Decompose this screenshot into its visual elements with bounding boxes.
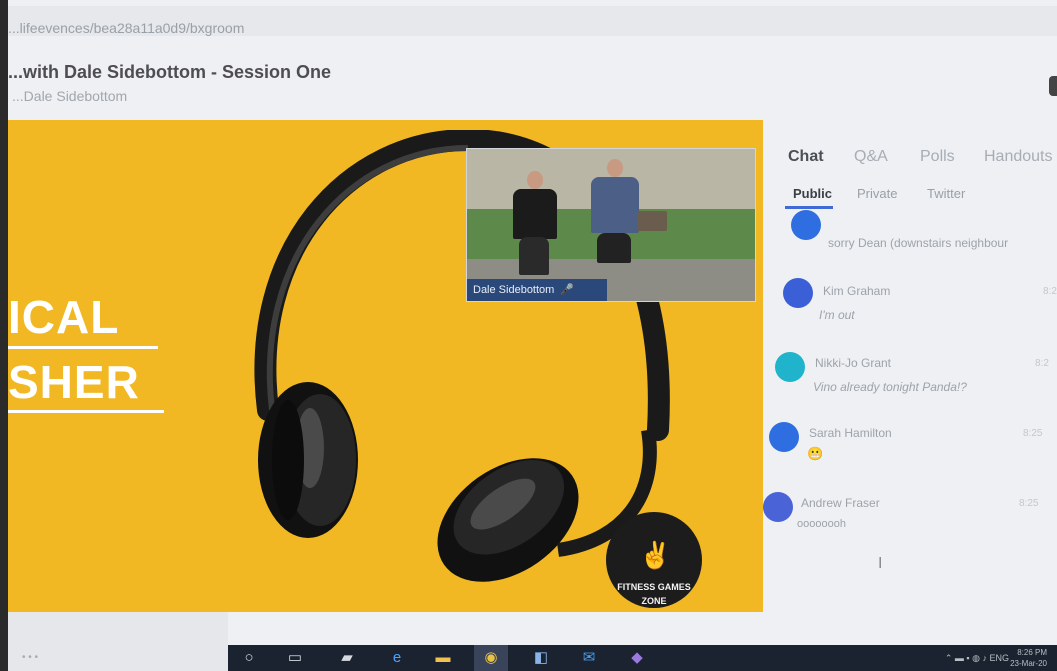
subtab-twitter[interactable]: Twitter — [927, 186, 965, 201]
message-text: sorry Dean (downstairs neighbour — [828, 236, 1009, 250]
message-sender: Andrew Fraser — [801, 496, 880, 510]
profile-avatar[interactable] — [1049, 76, 1057, 96]
store-icon[interactable]: ◧ — [524, 645, 558, 671]
slide-underline-2 — [8, 410, 164, 413]
language-indicator: ENG — [989, 653, 1009, 663]
teams-icon[interactable]: ◆ — [620, 645, 654, 671]
message-text: oooooooh — [797, 518, 846, 530]
message-emoji: 😬 — [807, 446, 824, 461]
person-2 — [591, 177, 639, 233]
mic-icon: 🎤 — [560, 284, 575, 296]
video-label-text: Dale Sidebottom — [473, 284, 555, 296]
taskbar: ○ ▭ ▰ e ▬ ◉ ◧ ✉ ◆ ⌃ ▬ ▪ ◍ ♪ ENG 8:26 PM … — [228, 645, 1057, 671]
url-text: ...lifeevences/bea28a11a0d9/bxgroom — [8, 20, 245, 36]
clock-time: 8:26 PM — [1017, 648, 1047, 657]
message-sender: Kim Graham — [823, 284, 891, 298]
task-view-icon[interactable]: ▭ — [278, 645, 312, 671]
tray-icons: ⌃ ▬ ▪ ◍ ♪ — [944, 653, 990, 663]
person-1 — [513, 189, 557, 239]
message-time: 8:2 — [1035, 358, 1049, 369]
message-time: 8:25 — [1019, 498, 1039, 509]
tab-qa[interactable]: Q&A — [854, 148, 888, 166]
tab-chat[interactable]: Chat — [788, 148, 824, 166]
side-panel: Chat Q&A Polls Handouts Public Private T… — [763, 120, 1057, 612]
session-host: ...Dale Sidebottom — [12, 88, 128, 104]
user-avatar — [775, 352, 805, 382]
active-subtab-indicator — [785, 206, 833, 209]
slide-text-line1: ICAL — [8, 291, 120, 343]
page-bottom-strip: • • • — [8, 612, 228, 671]
clock[interactable]: 8:26 PM 23-Mar-20 — [1010, 647, 1047, 669]
message-time: 8:2 — [1043, 286, 1057, 297]
person-2-head — [607, 159, 623, 177]
explorer-icon[interactable]: ▬ — [426, 645, 460, 671]
tab-polls[interactable]: Polls — [920, 148, 955, 166]
more-icon[interactable]: • • • — [22, 652, 38, 663]
user-avatar — [791, 210, 821, 240]
person-2-legs — [597, 233, 631, 263]
presenter-video[interactable]: Dale Sidebottom 🎤 — [466, 148, 756, 302]
peace-hand-icon: ✌ — [639, 540, 672, 570]
start-icon[interactable]: ○ — [232, 645, 266, 671]
badge-text: FITNESS GAMES ZONE — [617, 582, 691, 606]
session-title: ...with Dale Sidebottom - Session One — [8, 62, 332, 82]
message-sender: Sarah Hamilton — [809, 426, 892, 440]
person-1-legs — [519, 237, 549, 275]
message-time: 8:25 — [1023, 428, 1043, 439]
user-avatar — [769, 422, 799, 452]
bench — [637, 211, 667, 231]
fitness-games-zone-logo: ✌ FITNESS GAMES ZONE — [606, 512, 702, 608]
message-sender: Nikki-Jo Grant — [815, 356, 892, 370]
video-name-label: Dale Sidebottom 🎤 — [467, 279, 607, 301]
chrome-icon[interactable]: ◉ — [474, 645, 508, 671]
system-tray[interactable]: ⌃ ▬ ▪ ◍ ♪ ENG — [945, 645, 1009, 671]
user-avatar — [763, 492, 793, 522]
subtab-public[interactable]: Public — [793, 186, 832, 201]
screen: ...lifeevences/bea28a11a0d9/bxgroom ...w… — [8, 0, 1057, 671]
slide-underline-1 — [8, 346, 158, 349]
subtab-private[interactable]: Private — [857, 186, 897, 201]
search-icon[interactable]: ▰ — [330, 645, 364, 671]
clock-date: 23-Mar-20 — [1010, 659, 1047, 668]
user-avatar — [783, 278, 813, 308]
edge-icon[interactable]: e — [380, 645, 414, 671]
slide-text-line2: SHER — [8, 356, 140, 408]
mail-icon[interactable]: ✉ — [572, 645, 606, 671]
person-1-head — [527, 171, 543, 189]
address-bar[interactable]: ...lifeevences/bea28a11a0d9/bxgroom — [8, 6, 1057, 36]
message-text: Vino already tonight Panda!? — [813, 380, 967, 394]
message-text: I'm out — [819, 308, 855, 322]
presentation-stage: ICAL SHER Dale Sidebottom 🎤 ✌ FITNESS GA… — [8, 120, 763, 612]
text-cursor-icon: I — [878, 555, 883, 572]
tab-handouts[interactable]: Handouts — [984, 148, 1053, 166]
